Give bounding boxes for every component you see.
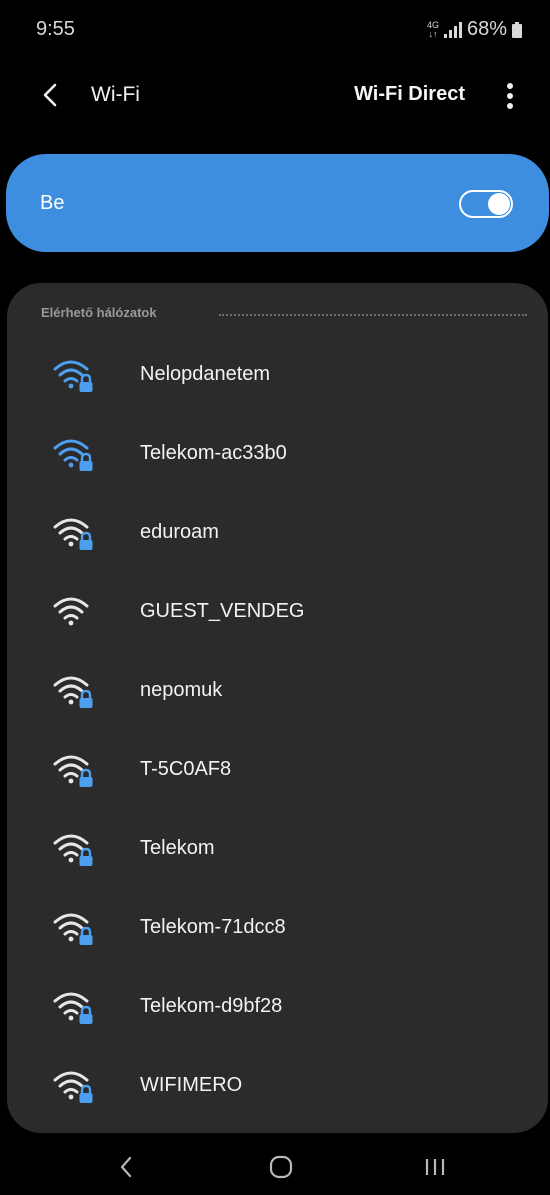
wifi-locked-icon — [53, 439, 93, 471]
wifi-toggle-switch[interactable] — [459, 190, 513, 218]
network-list: Nelopdanetem Telekom-ac33b0 eduroam GUEST_V… — [7, 335, 548, 1125]
network-signal-icon — [51, 357, 97, 393]
section-header: Elérhető hálózatok — [41, 305, 527, 321]
network-signal-icon — [51, 752, 97, 788]
network-name: Telekom-d9bf28 — [140, 995, 283, 1017]
network-item[interactable]: Nelopdanetem — [7, 335, 548, 414]
wifi-locked-icon — [53, 992, 93, 1024]
available-networks-card: Elérhető hálózatok Nelopdanetem Telekom-a… — [7, 283, 548, 1133]
wifi-locked-icon — [53, 1071, 93, 1103]
network-signal-icon — [51, 436, 97, 472]
network-signal-icon — [51, 594, 97, 630]
network-item[interactable]: eduroam — [7, 493, 548, 572]
section-title: Elérhető hálózatok — [41, 305, 157, 320]
status-bar: 9:55 4G ↓↑ 68% — [0, 0, 550, 64]
navigation-bar — [0, 1140, 550, 1195]
signal-strength-icon — [443, 21, 462, 38]
wifi-locked-icon — [53, 834, 93, 866]
battery-percent: 68% — [466, 18, 507, 40]
network-item[interactable]: T-5C0AF8 — [7, 730, 548, 809]
network-item[interactable]: GUEST_VENDEG — [7, 572, 548, 651]
wifi-icon — [53, 597, 89, 626]
status-indicators: 4G ↓↑ 68% — [427, 18, 522, 41]
nav-recents-icon — [425, 1159, 445, 1175]
nav-recents-button[interactable] — [420, 1152, 450, 1182]
network-name: Nelopdanetem — [140, 363, 271, 385]
network-name: T-5C0AF8 — [140, 758, 232, 780]
nav-home-icon — [269, 1155, 293, 1179]
network-signal-icon — [51, 989, 97, 1025]
more-vertical-icon — [507, 83, 513, 109]
network-name: GUEST_VENDEG — [140, 600, 305, 622]
wifi-locked-icon — [53, 360, 93, 392]
network-signal-icon — [51, 910, 97, 946]
network-item[interactable]: Telekom-d9bf28 — [7, 967, 548, 1046]
section-divider — [219, 314, 527, 316]
more-options-button[interactable] — [500, 80, 520, 112]
switch-knob — [488, 193, 510, 215]
network-type-indicator: 4G ↓↑ — [427, 20, 439, 39]
wifi-locked-icon — [53, 676, 93, 708]
page-title: Wi-Fi — [91, 83, 140, 106]
wifi-toggle-card[interactable]: Be — [6, 154, 549, 252]
network-signal-icon — [51, 1068, 97, 1104]
wifi-locked-icon — [53, 913, 93, 945]
app-header: Wi-Fi Wi-Fi Direct — [0, 70, 550, 122]
nav-back-icon — [120, 1156, 132, 1178]
battery-icon — [512, 21, 522, 38]
wifi-locked-icon — [53, 755, 93, 787]
chevron-left-icon — [43, 83, 57, 107]
network-item[interactable]: Telekom — [7, 809, 548, 888]
wifi-toggle-label: Be — [40, 192, 65, 214]
wifi-locked-icon — [53, 518, 93, 550]
network-signal-icon — [51, 831, 97, 867]
network-item[interactable]: WIFIMERO — [7, 1046, 548, 1125]
status-time: 9:55 — [36, 18, 75, 40]
nav-home-button[interactable] — [266, 1152, 296, 1182]
wifi-direct-button[interactable]: Wi-Fi Direct — [354, 83, 465, 106]
network-name: Telekom — [140, 837, 215, 859]
network-signal-icon — [51, 673, 97, 709]
network-signal-icon — [51, 515, 97, 551]
network-item[interactable]: Telekom-ac33b0 — [7, 414, 548, 493]
network-name: Telekom-ac33b0 — [140, 442, 287, 464]
network-item[interactable]: nepomuk — [7, 651, 548, 730]
network-activity-label: ↓↑ — [428, 28, 438, 39]
network-name: nepomuk — [140, 679, 223, 701]
network-name: eduroam — [140, 521, 219, 543]
network-name: WIFIMERO — [140, 1074, 243, 1096]
network-item[interactable]: Telekom-71dcc8 — [7, 888, 548, 967]
network-name: Telekom-71dcc8 — [140, 916, 286, 938]
back-button[interactable] — [36, 80, 66, 110]
nav-back-button[interactable] — [112, 1152, 142, 1182]
